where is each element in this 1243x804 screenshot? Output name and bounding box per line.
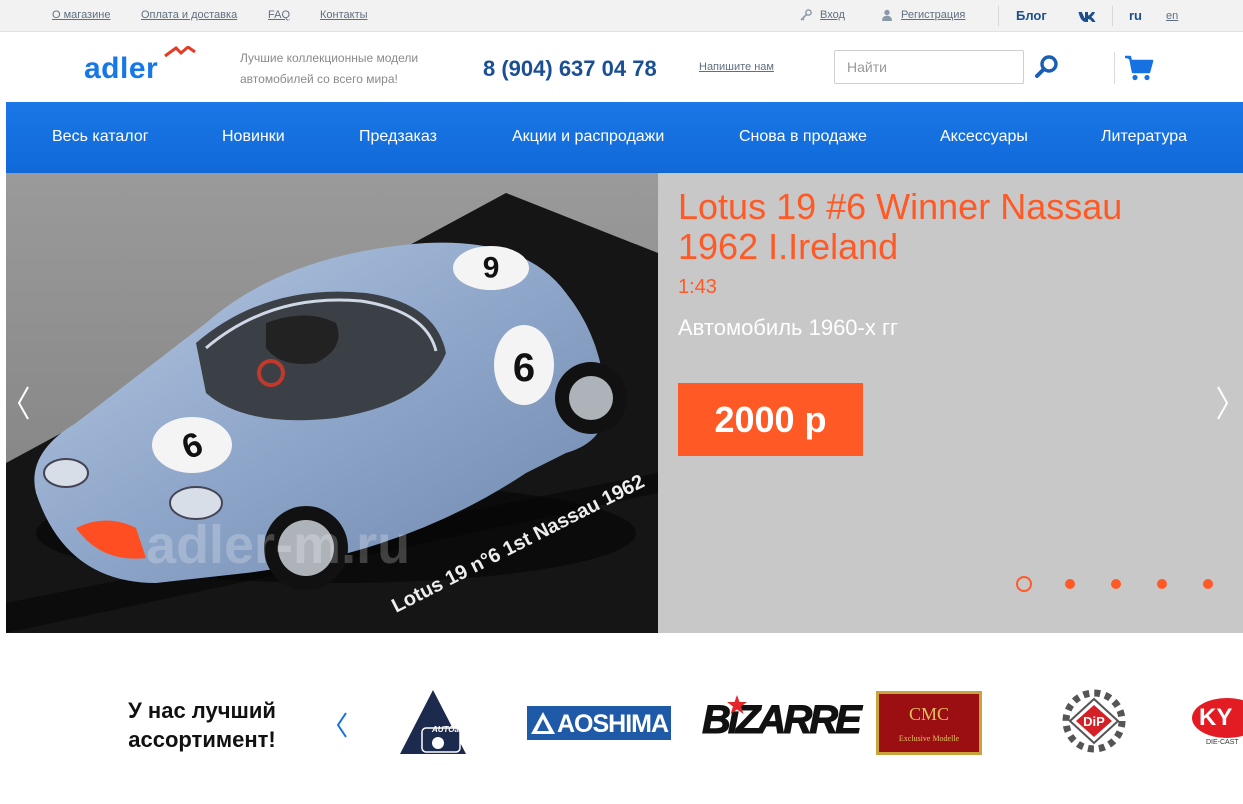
aoshima-mark-icon <box>531 712 555 734</box>
link-payment-delivery[interactable]: Оплата и доставка <box>141 9 237 21</box>
divider <box>998 6 999 26</box>
star-icon <box>727 695 747 714</box>
slider-dot[interactable] <box>1065 579 1075 589</box>
login-link[interactable]: Вход <box>820 9 845 21</box>
nav-item-sales[interactable]: Акции и распродажи <box>512 128 664 146</box>
brand-logo-cmc[interactable]: CMC Exclusive Modelle <box>876 691 982 755</box>
product-category: Автомобиль 1960-х гг <box>678 315 899 340</box>
slider-dot[interactable] <box>1203 579 1213 589</box>
brand-label: AUTOart <box>431 725 465 734</box>
search-button[interactable] <box>1034 54 1060 80</box>
brands-prev-arrow-icon[interactable] <box>334 710 350 740</box>
logo-bird-icon <box>164 46 196 58</box>
link-about[interactable]: О магазине <box>52 9 110 21</box>
brand-logo-autoart[interactable]: AUTOart <box>398 688 468 758</box>
nav-item-new[interactable]: Новинки <box>222 128 285 146</box>
brand-sub-label: Exclusive Modelle <box>898 734 960 743</box>
price-button[interactable]: 2000 р <box>678 383 863 456</box>
top-bar: О магазине Оплата и доставка FAQ Контакт… <box>0 0 1243 32</box>
blog-link[interactable]: Блог <box>1016 8 1047 23</box>
brand-logo-aoshima[interactable]: AOSHIMA <box>527 706 671 740</box>
link-contacts[interactable]: Контакты <box>320 9 368 21</box>
nav-item-catalog[interactable]: Весь каталог <box>52 128 149 146</box>
logo-text: adler <box>84 52 159 85</box>
hero-slider: 6 6 6 Lotus 19 n°6 1st Nassau 1962 adler… <box>6 173 1243 633</box>
tagline: Лучшие коллекционные модели автомобилей … <box>240 51 419 86</box>
product-scale: 1:43 <box>678 276 717 298</box>
slider-dot[interactable] <box>1111 579 1121 589</box>
brand-label: CMC <box>908 704 950 724</box>
nav-item-preorder[interactable]: Предзаказ <box>359 128 437 146</box>
write-us-link[interactable]: Напишите нам <box>699 61 774 73</box>
brand-label: KY <box>1199 704 1233 731</box>
nav-item-accessories[interactable]: Аксессуары <box>940 128 1028 146</box>
product-image[interactable]: 6 6 6 Lotus 19 n°6 1st Nassau 1962 adler… <box>6 173 658 633</box>
divider <box>1114 52 1115 84</box>
search-icon <box>1035 55 1058 78</box>
vk-icon[interactable] <box>1078 11 1098 23</box>
brand-logo-kyosho[interactable]: KY DIE-CAST <box>1192 698 1243 750</box>
prev-slide-arrow-icon[interactable] <box>14 383 34 423</box>
main-nav: Весь каталог Новинки Предзаказ Акции и р… <box>6 102 1243 173</box>
phone-number[interactable]: 8 (904) 637 04 78 <box>483 56 657 82</box>
slider-dot[interactable] <box>1157 579 1167 589</box>
product-title[interactable]: Lotus 19 #6 Winner Nassau 1962 I.Ireland <box>678 187 1198 267</box>
next-slide-arrow-icon[interactable] <box>1212 383 1232 423</box>
register-link[interactable]: Регистрация <box>901 9 965 21</box>
watermark: adler-m.ru <box>146 515 410 575</box>
lang-ru[interactable]: ru <box>1129 8 1142 23</box>
user-icon <box>882 9 892 21</box>
brand-label: DiP <box>1083 714 1105 729</box>
brands-heading: У нас лучший ассортимент! <box>128 698 276 752</box>
car-number: 6 <box>513 346 535 390</box>
divider <box>1112 6 1113 26</box>
key-icon <box>800 9 812 21</box>
lang-en[interactable]: en <box>1166 10 1178 22</box>
car-number: 6 <box>483 250 500 283</box>
search-input[interactable] <box>834 50 1024 84</box>
brand-logo-dip[interactable]: DiP <box>1058 689 1130 753</box>
brand-label: AOSHIMA <box>557 710 669 738</box>
link-faq[interactable]: FAQ <box>268 9 290 21</box>
brand-logo-bizarre[interactable]: BiZARRE <box>702 694 862 750</box>
logo[interactable]: adler <box>84 46 196 86</box>
brand-sub-label: DIE-CAST <box>1206 739 1239 746</box>
cart-icon[interactable] <box>1124 54 1154 82</box>
nav-item-back-in-stock[interactable]: Снова в продаже <box>739 128 867 146</box>
slider-dot[interactable] <box>1016 576 1032 592</box>
nav-item-literature[interactable]: Литература <box>1101 128 1187 146</box>
